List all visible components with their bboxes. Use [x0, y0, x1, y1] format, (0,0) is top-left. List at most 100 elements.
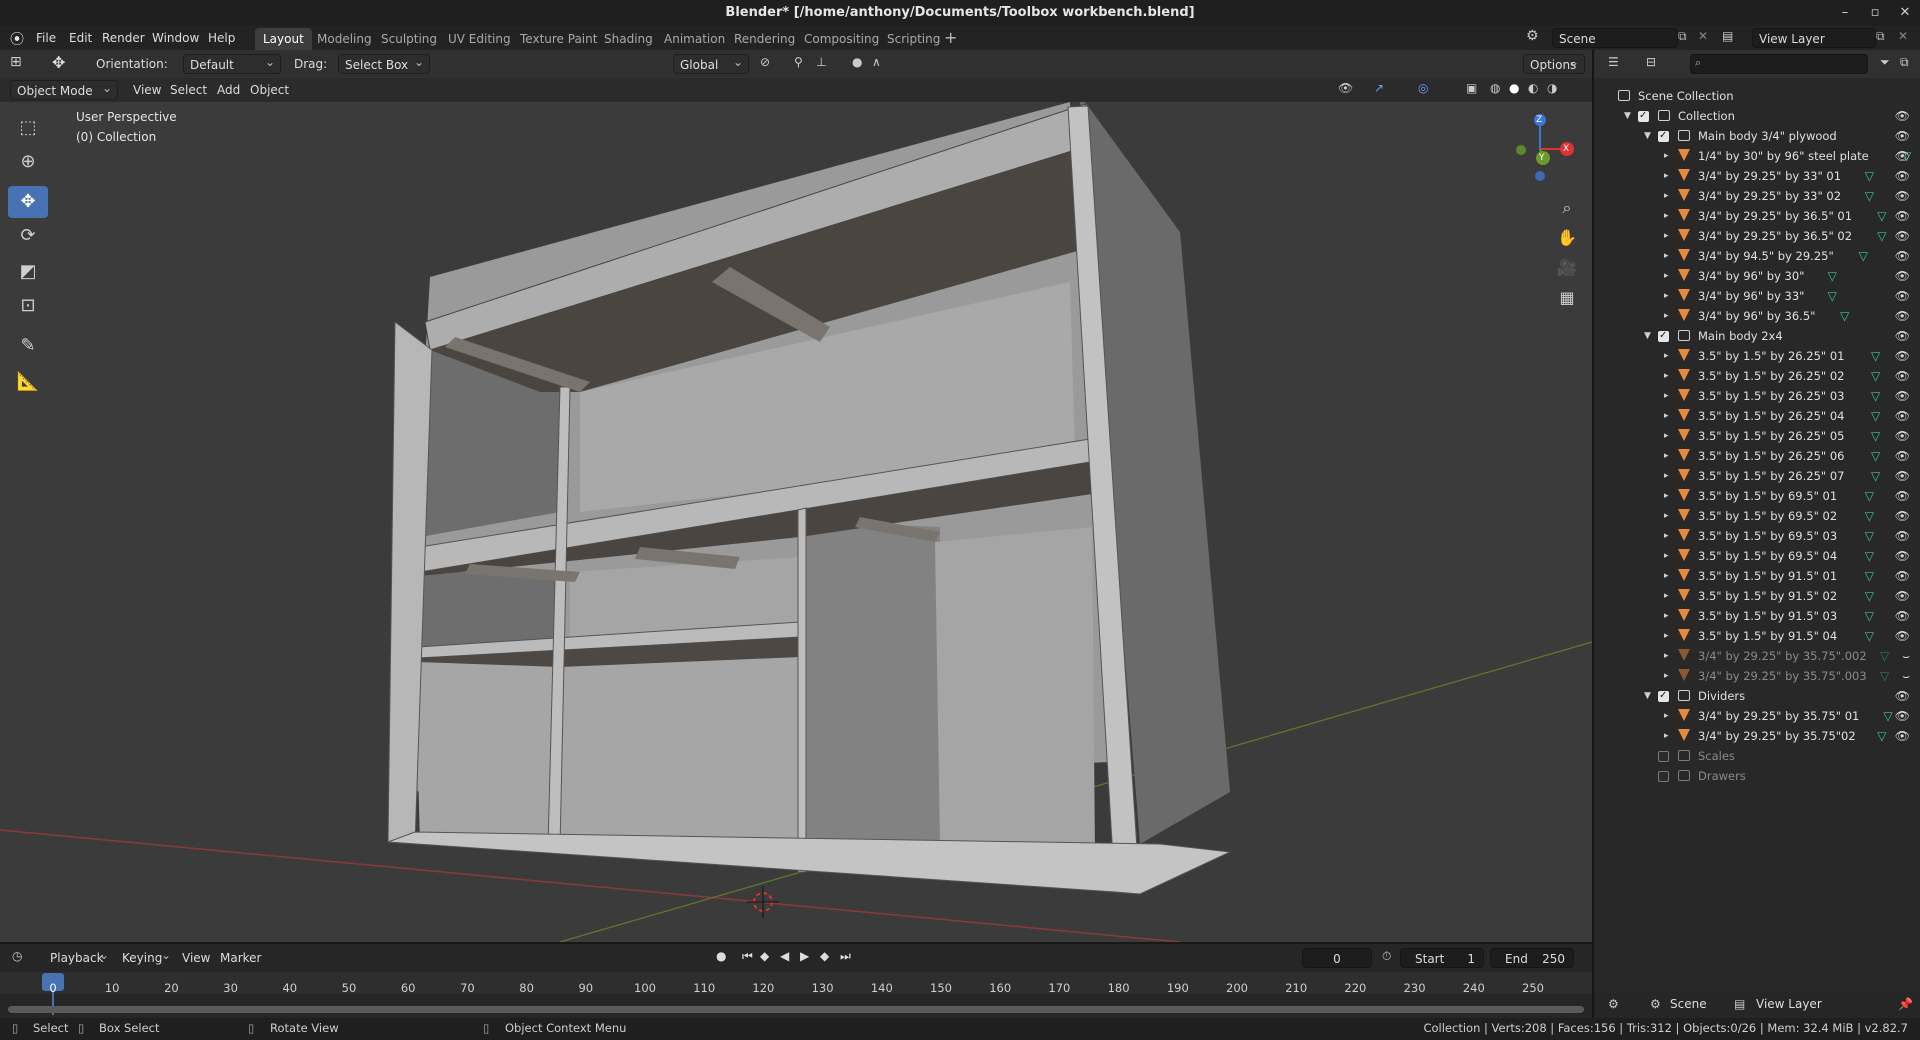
pin-icon[interactable]: 📌: [1898, 997, 1913, 1011]
expand-toggle-icon[interactable]: ▸: [1664, 486, 1669, 506]
orientation-dropdown[interactable]: Default: [183, 52, 281, 74]
outliner-object[interactable]: ▸ 3.5" by 1.5" by 91.5" 03 ▽ 👁: [1594, 606, 1920, 626]
expand-toggle-icon[interactable]: ▸: [1664, 446, 1669, 466]
tab-modeling[interactable]: Modeling: [309, 28, 380, 50]
menu-render[interactable]: Render: [98, 29, 149, 47]
outliner-object[interactable]: ▸ 3.5" by 1.5" by 69.5" 01 ▽ 👁: [1594, 486, 1920, 506]
camera-icon[interactable]: 🎥: [1553, 254, 1581, 282]
outliner-object[interactable]: ▸ 3/4" by 96" by 36.5" ▽ 👁: [1594, 306, 1920, 326]
rotate-tool-icon[interactable]: ⟳: [8, 220, 48, 252]
expand-toggle-icon[interactable]: ▼: [1644, 686, 1651, 706]
mesh-data-icon[interactable]: ▽: [1871, 446, 1880, 466]
jump-end-icon[interactable]: ⏭: [840, 949, 851, 964]
mesh-data-icon[interactable]: ▽: [1865, 166, 1874, 186]
expand-toggle-icon[interactable]: ▸: [1664, 506, 1669, 526]
exclude-checkbox[interactable]: [1638, 106, 1649, 126]
properties-editor-icon[interactable]: ⚙: [1608, 997, 1619, 1011]
falloff-icon[interactable]: ∧: [872, 55, 881, 69]
next-keyframe-icon[interactable]: ◆: [820, 949, 829, 963]
timeline-menu-playback[interactable]: Playback: [44, 945, 114, 968]
expand-toggle-icon[interactable]: ▸: [1664, 706, 1669, 726]
expand-toggle-icon[interactable]: ▸: [1664, 246, 1669, 266]
tab-texture-paint[interactable]: Texture Paint: [512, 28, 605, 50]
outliner-object[interactable]: ▸ 3.5" by 1.5" by 91.5" 04 ▽ 👁: [1594, 626, 1920, 646]
transform-orientation-dropdown[interactable]: Global: [673, 52, 749, 74]
new-view-layer-icon[interactable]: ⧉: [1876, 29, 1885, 44]
visibility-eye-icon[interactable]: 👁: [1895, 506, 1910, 526]
pan-hand-icon[interactable]: ✋: [1553, 224, 1581, 252]
visibility-eye-icon[interactable]: 👁: [1895, 526, 1910, 546]
exclude-checkbox[interactable]: [1658, 751, 1669, 762]
mesh-data-icon[interactable]: ▽: [1859, 246, 1868, 266]
expand-toggle-icon[interactable]: ▼: [1644, 326, 1651, 346]
move-tool-icon[interactable]: ✥: [52, 53, 65, 72]
end-frame-field[interactable]: End 250: [1490, 948, 1574, 968]
current-frame-field[interactable]: 0: [1302, 948, 1372, 968]
outliner-object[interactable]: ▸ 3.5" by 1.5" by 69.5" 03 ▽ 👁: [1594, 526, 1920, 546]
visibility-eye-icon[interactable]: 👁: [1895, 386, 1910, 406]
exclude-checkbox[interactable]: [1658, 686, 1669, 706]
expand-toggle-icon[interactable]: ▸: [1664, 606, 1669, 626]
drag-dropdown[interactable]: Select Box: [338, 52, 430, 74]
3d-viewport[interactable]: User Perspective (0) Collection Z X Y ⌕ …: [0, 102, 1592, 942]
outliner-scene-collection[interactable]: Scene Collection: [1594, 86, 1920, 106]
mode-dropdown[interactable]: Object Mode: [10, 78, 118, 100]
tab-rendering[interactable]: Rendering: [726, 28, 803, 50]
expand-toggle-icon[interactable]: ▸: [1664, 426, 1669, 446]
expand-toggle-icon[interactable]: ▸: [1664, 166, 1669, 186]
outliner-object[interactable]: ▸ 3.5" by 1.5" by 26.25" 03 ▽ 👁: [1594, 386, 1920, 406]
outliner-object[interactable]: ▸ 3.5" by 1.5" by 26.25" 06 ▽ 👁: [1594, 446, 1920, 466]
filter-icon[interactable]: ⏷: [1880, 55, 1890, 70]
visibility-eye-icon[interactable]: 👁: [1895, 486, 1910, 506]
delete-view-layer-icon[interactable]: ✕: [1898, 29, 1908, 43]
outliner-object[interactable]: ▸ 3/4" by 96" by 33" ▽ 👁: [1594, 286, 1920, 306]
outliner-editor-icon[interactable]: ☰: [1608, 55, 1619, 69]
expand-toggle-icon[interactable]: ▼: [1644, 126, 1651, 146]
solid-shading-icon[interactable]: ●: [1509, 81, 1519, 95]
expand-toggle-icon[interactable]: ▸: [1664, 666, 1669, 686]
blender-logo-icon[interactable]: ⦿: [10, 29, 24, 49]
outliner-object[interactable]: ▸ 3.5" by 1.5" by 26.25" 01 ▽ 👁: [1594, 346, 1920, 366]
mesh-data-icon[interactable]: ▽: [1865, 606, 1874, 626]
outliner-object[interactable]: ▸ 3.5" by 1.5" by 26.25" 05 ▽ 👁: [1594, 426, 1920, 446]
mesh-data-icon[interactable]: ▽: [1840, 306, 1849, 326]
mesh-data-icon[interactable]: ▽: [1865, 566, 1874, 586]
view-layer-strip-label[interactable]: View Layer: [1756, 997, 1822, 1011]
mesh-data-icon[interactable]: ▽: [1865, 586, 1874, 606]
view-layer-field[interactable]: View Layer: [1752, 28, 1876, 48]
scene-strip-label[interactable]: Scene: [1670, 997, 1707, 1011]
add-workspace-icon[interactable]: +: [944, 28, 957, 47]
expand-toggle-icon[interactable]: ▸: [1664, 286, 1669, 306]
tab-compositing[interactable]: Compositing: [796, 28, 887, 50]
timeline-scrollbar[interactable]: [8, 1006, 1584, 1013]
prev-keyframe-icon[interactable]: ◆: [760, 949, 769, 963]
expand-toggle-icon[interactable]: ▸: [1664, 306, 1669, 326]
cursor-tool-icon[interactable]: ⊕: [8, 146, 48, 178]
visibility-eye-icon[interactable]: 👁: [1895, 306, 1910, 326]
expand-toggle-icon[interactable]: ▸: [1664, 646, 1669, 666]
expand-toggle-icon[interactable]: ▸: [1664, 386, 1669, 406]
mesh-data-icon[interactable]: ▽: [1883, 706, 1892, 726]
menu-edit[interactable]: Edit: [65, 29, 96, 47]
outliner-object[interactable]: ▸ 3.5" by 1.5" by 69.5" 02 ▽ 👁: [1594, 506, 1920, 526]
expand-toggle-icon[interactable]: ▸: [1664, 546, 1669, 566]
outliner-search-input[interactable]: [1690, 54, 1868, 74]
exclude-checkbox[interactable]: [1658, 326, 1669, 346]
outliner-group-2[interactable]: ▼ Dividers 👁: [1594, 686, 1920, 706]
new-collection-icon[interactable]: ⧉: [1900, 55, 1909, 70]
grid-perspective-icon[interactable]: ▦: [1553, 284, 1581, 312]
minimize-button[interactable]: –: [1830, 0, 1860, 26]
mesh-data-icon[interactable]: ▽: [1828, 286, 1837, 306]
expand-toggle-icon[interactable]: ▸: [1664, 226, 1669, 246]
jump-start-icon[interactable]: ⏮: [742, 949, 753, 964]
tab-scripting[interactable]: Scripting: [879, 28, 948, 50]
outliner-object[interactable]: ▸ 1/4" by 30" by 96" steel plate ▽ 👁: [1594, 146, 1920, 166]
select-box-tool-icon[interactable]: ⬚: [8, 112, 48, 144]
outliner-group-0[interactable]: ▼ Main body 3/4" plywood 👁: [1594, 126, 1920, 146]
hidden-eye-icon[interactable]: ⌣: [1902, 666, 1910, 686]
mesh-data-icon[interactable]: ▽: [1880, 666, 1889, 686]
visibility-eye-icon[interactable]: 👁: [1895, 146, 1910, 166]
visibility-eye-icon[interactable]: 👁: [1895, 546, 1910, 566]
new-scene-icon[interactable]: ⧉: [1678, 29, 1687, 44]
expand-toggle-icon[interactable]: ▸: [1664, 206, 1669, 226]
